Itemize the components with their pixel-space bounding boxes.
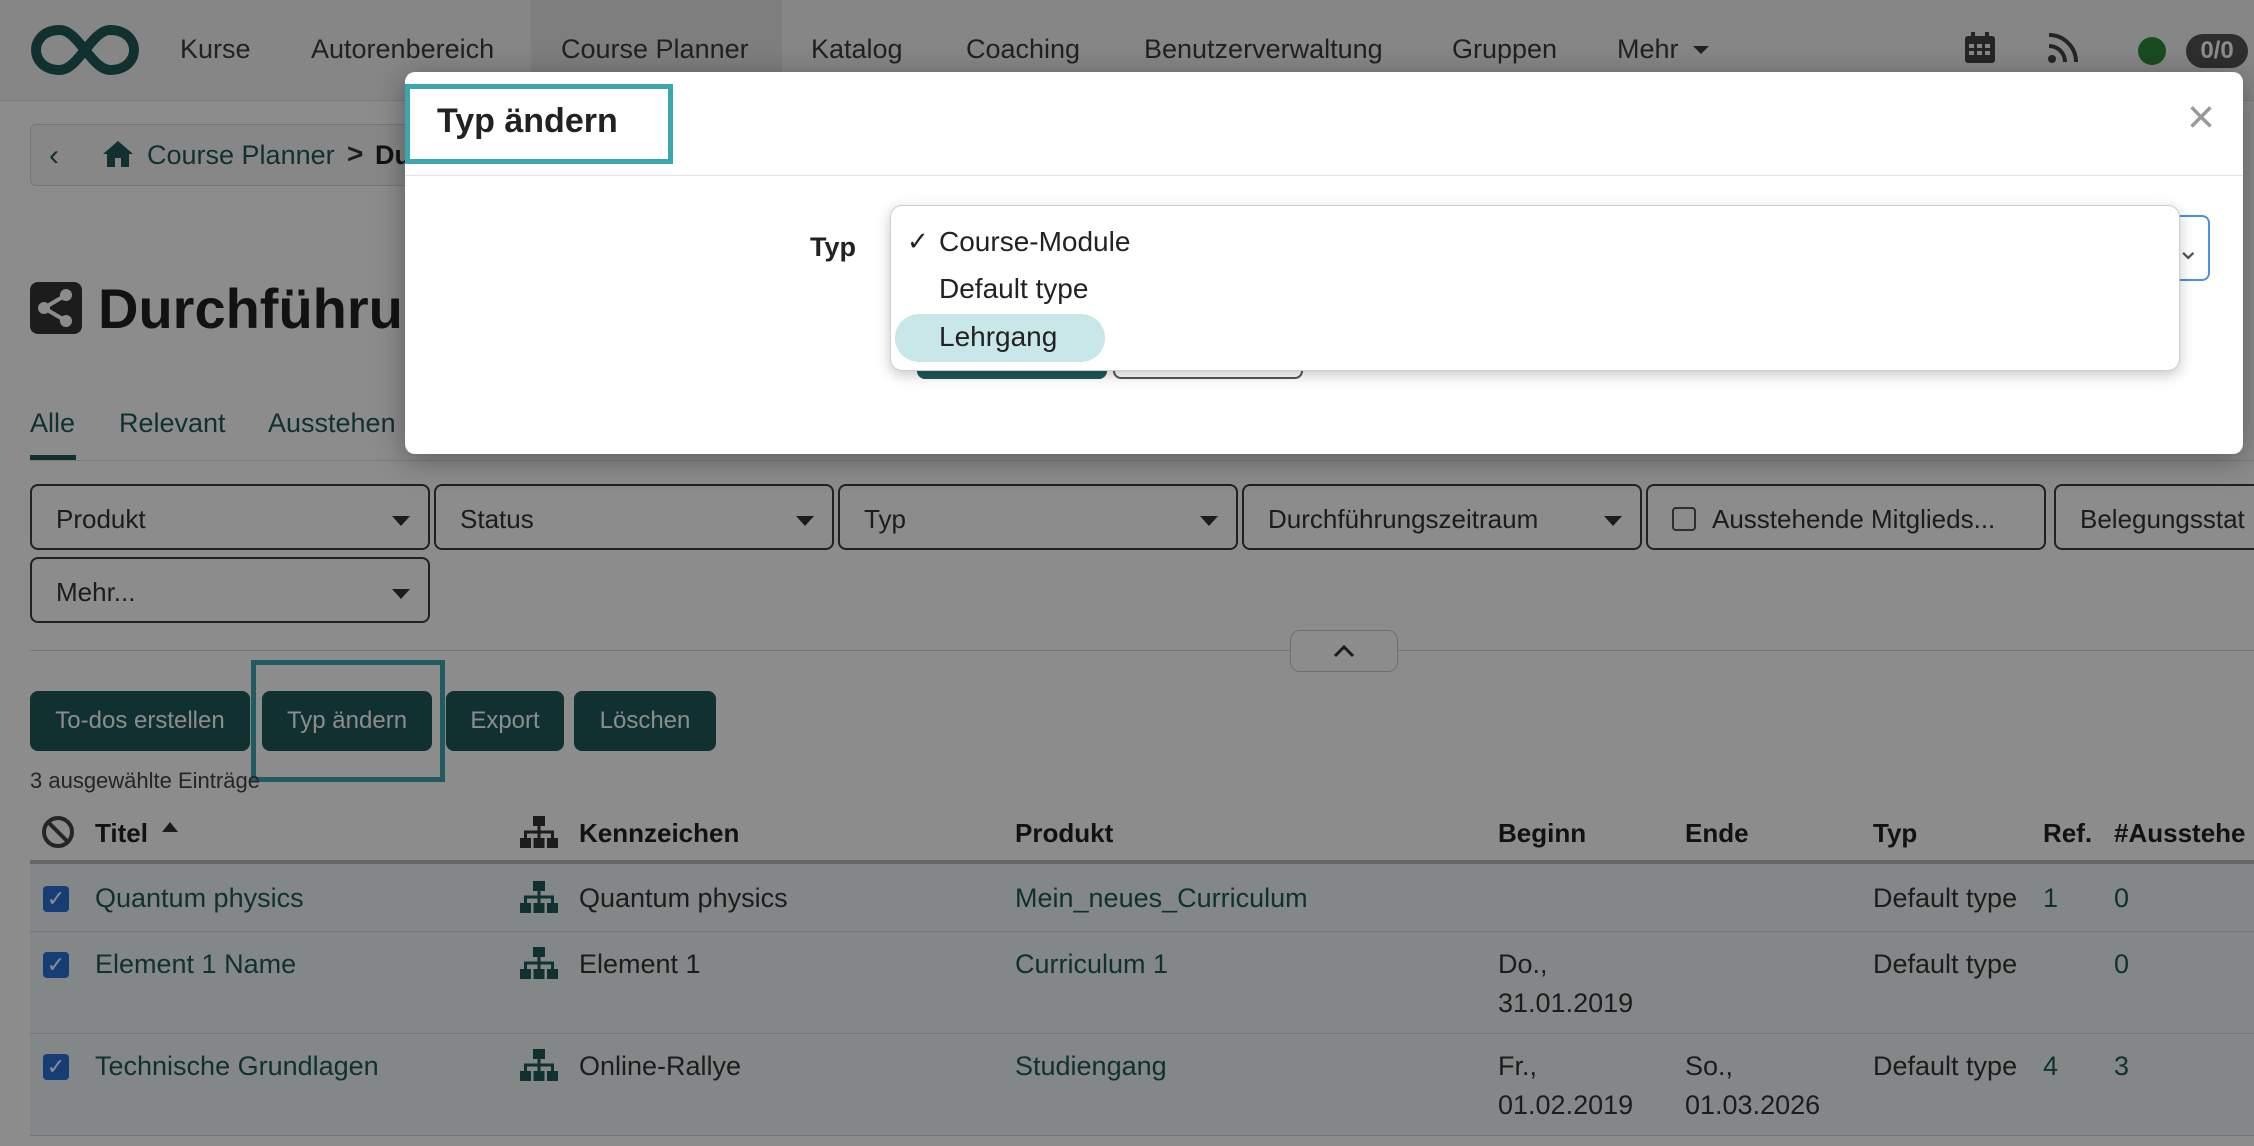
option-lehrgang[interactable]: Lehrgang — [939, 321, 1057, 353]
modal-title: Typ ändern — [437, 102, 618, 140]
option-course-module[interactable]: Course-Module — [939, 226, 1130, 258]
chevron-down-icon: ⌄ — [2176, 234, 2200, 265]
close-icon[interactable]: × — [2187, 94, 2215, 142]
checkmark-icon: ✓ — [907, 226, 929, 256]
typ-field-label: Typ — [810, 232, 856, 262]
option-default-type[interactable]: Default type — [939, 273, 1088, 305]
modal-header-divider — [405, 175, 2243, 176]
typ-options-list: ✓ Course-Module Default type Lehrgang — [890, 205, 2180, 371]
